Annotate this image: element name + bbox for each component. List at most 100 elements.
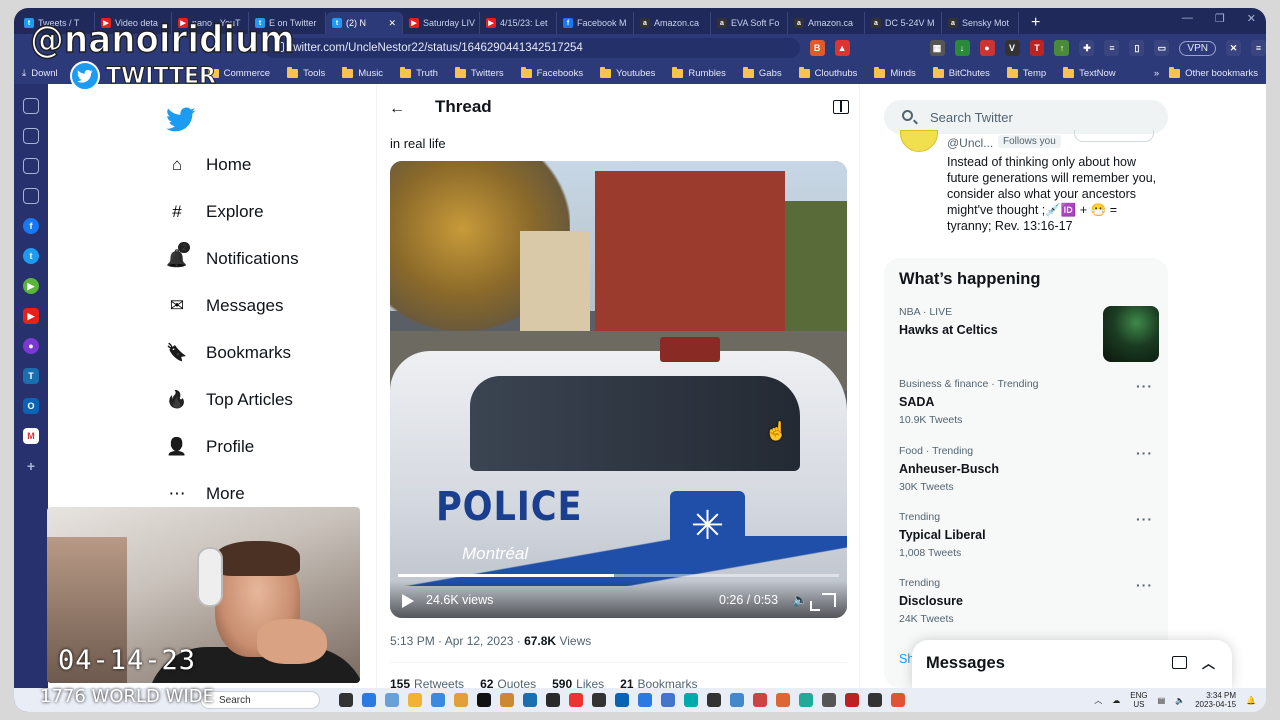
- fullscreen-icon[interactable]: [810, 593, 836, 611]
- brave-shield-icon[interactable]: B: [809, 40, 825, 56]
- close-window-icon[interactable]: ✕: [1247, 12, 1256, 25]
- tab[interactable]: a EVA Soft Fo: [711, 12, 788, 34]
- user-card[interactable]: @Uncl... Follows you Instead of thinking…: [884, 130, 1168, 244]
- tab[interactable]: a DC 5-24V M: [865, 12, 942, 34]
- more-options-icon[interactable]: ···: [1136, 378, 1153, 394]
- wallet-icon[interactable]: [23, 128, 39, 144]
- taskbar-app-icon[interactable]: [891, 693, 905, 707]
- trend-item[interactable]: Business & finance · Trending SADA 10.9K T…: [899, 378, 1159, 426]
- tab[interactable]: ▶ 4/15/23: Let: [480, 12, 557, 34]
- network-icon[interactable]: ▤: [1158, 696, 1166, 705]
- taskbar-app-icon[interactable]: [500, 693, 514, 707]
- language-indicator[interactable]: ENG US: [1130, 691, 1147, 709]
- tab[interactable]: a Amazon.ca: [788, 12, 865, 34]
- tab[interactable]: t (2) N ✕: [326, 12, 403, 34]
- bookmark-folder[interactable]: Gabs: [742, 66, 782, 79]
- search-input[interactable]: Search Twitter: [884, 100, 1168, 134]
- taskbar-app-icon[interactable]: [730, 693, 744, 707]
- reading-list-icon[interactable]: [23, 158, 39, 174]
- taskbar-app-icon[interactable]: [408, 693, 422, 707]
- chat-icon[interactable]: ●: [23, 338, 39, 354]
- bookmark-folder[interactable]: TextNow: [1063, 66, 1116, 79]
- taskbar-app-icon[interactable]: [431, 693, 445, 707]
- bookmark-folder[interactable]: Commerce: [207, 66, 270, 79]
- stat-retweets[interactable]: 155 Retweets: [390, 677, 464, 688]
- twitter-icon[interactable]: t: [23, 248, 39, 264]
- bookmark-folder[interactable]: Clouthubs: [798, 66, 857, 79]
- downloads-bookmark[interactable]: ⤓ Downl: [22, 68, 58, 79]
- taskbar-app-icon[interactable]: [822, 693, 836, 707]
- messages-drawer[interactable]: Messages ︿: [912, 640, 1232, 688]
- youtube-icon[interactable]: ▶: [23, 308, 39, 324]
- tray-chevron-icon[interactable]: ︿: [1094, 695, 1102, 706]
- taskbar-app-icon[interactable]: [776, 693, 790, 707]
- rumble-icon[interactable]: ▶: [23, 278, 39, 294]
- video-progress-bar[interactable]: [398, 574, 839, 577]
- minimize-icon[interactable]: —: [1182, 12, 1193, 25]
- taskbar-app-icon[interactable]: [845, 693, 859, 707]
- trend-item[interactable]: Trending Disclosure 24K Tweets ···: [899, 577, 1159, 625]
- taskbar-app-icon[interactable]: [638, 693, 652, 707]
- tab[interactable]: a Sensky Mot: [942, 12, 1019, 34]
- clock[interactable]: 3:34 PM 2023-04-15: [1195, 691, 1236, 709]
- menu-icon[interactable]: ≡: [1250, 40, 1266, 56]
- nav-item-bookmarks[interactable]: 🔖 Bookmarks: [166, 342, 291, 364]
- tab-close-icon[interactable]: ✕: [388, 18, 396, 29]
- facebook-icon[interactable]: f: [23, 218, 39, 234]
- bookmarks-panel-icon[interactable]: [23, 188, 39, 204]
- twitter-bird-icon[interactable]: [166, 104, 196, 134]
- trend-thumbnail[interactable]: [1103, 306, 1159, 362]
- restore-icon[interactable]: ❐: [1215, 12, 1225, 25]
- wallet-icon[interactable]: ▭: [1154, 40, 1170, 56]
- speaker-icon[interactable]: 🔈: [1175, 696, 1185, 705]
- bookmark-folder[interactable]: Temp: [1006, 66, 1046, 79]
- tab[interactable]: f Facebook M: [557, 12, 634, 34]
- taskbar-app-icon[interactable]: [339, 693, 353, 707]
- bookmark-folder[interactable]: Youtubes: [600, 66, 655, 79]
- follow-button[interactable]: [1074, 130, 1154, 142]
- nav-item-notifications[interactable]: 🔔 2 Notifications: [166, 242, 299, 270]
- extension-vd-icon[interactable]: V: [1004, 40, 1020, 56]
- taskbar-app-icon[interactable]: [753, 693, 767, 707]
- nav-item-messages[interactable]: ✉ Messages: [166, 295, 284, 317]
- tab[interactable]: ▶ Saturday LIV: [403, 12, 480, 34]
- outlook-icon[interactable]: O: [23, 398, 39, 414]
- play-icon[interactable]: [402, 594, 414, 608]
- more-options-icon[interactable]: ···: [1136, 511, 1153, 527]
- stat-bookmarks[interactable]: 21 Bookmarks: [620, 677, 697, 688]
- taskbar-app-icon[interactable]: [799, 693, 813, 707]
- volume-icon[interactable]: 🔈: [792, 592, 808, 608]
- bookmark-folder[interactable]: Music: [342, 66, 383, 79]
- bookmark-folder[interactable]: Tools: [287, 66, 325, 79]
- taskbar-search[interactable]: Search: [200, 691, 320, 709]
- tab[interactable]: a Amazon.ca: [634, 12, 711, 34]
- taskbar-app-icon[interactable]: [523, 693, 537, 707]
- puzzle-icon[interactable]: ✚: [1079, 40, 1095, 56]
- chevron-up-icon[interactable]: ︿: [1202, 653, 1215, 672]
- new-message-icon[interactable]: [1172, 656, 1187, 669]
- rewards-icon[interactable]: ▲: [834, 40, 850, 56]
- more-bookmarks-chevron[interactable]: »: [1154, 68, 1159, 79]
- taskbar-app-icon[interactable]: [385, 693, 399, 707]
- notification-bell-icon[interactable]: 🔔: [1246, 696, 1256, 705]
- extension-red-icon[interactable]: ●: [979, 40, 995, 56]
- nav-item-explore[interactable]: # Explore: [166, 201, 263, 223]
- taskbar-app-icon[interactable]: [477, 693, 491, 707]
- more-options-icon[interactable]: ···: [1136, 445, 1153, 461]
- more-options-icon[interactable]: ···: [1136, 577, 1153, 593]
- nav-item-more[interactable]: ⋯ More: [166, 483, 245, 505]
- trend-item[interactable]: Food · Trending Anheuser-Busch 30K Tweets ·…: [899, 445, 1159, 493]
- extension-t-icon[interactable]: T: [1029, 40, 1045, 56]
- tools-icon[interactable]: ✕: [1225, 40, 1241, 56]
- qr-icon[interactable]: ▦: [929, 40, 945, 56]
- trend-item[interactable]: NBA · LIVE Hawks at Celtics: [899, 306, 1159, 362]
- video-player[interactable]: POLICE Montréal ✳ ☝ 24.6K views 0:26 / 0…: [390, 161, 847, 618]
- taskbar-app-icon[interactable]: [684, 693, 698, 707]
- gmail-icon[interactable]: M: [23, 428, 39, 444]
- taskbar-app-icon[interactable]: [868, 693, 882, 707]
- taskbar-app-icon[interactable]: [569, 693, 583, 707]
- other-bookmarks[interactable]: Other bookmarks: [1169, 66, 1258, 79]
- back-arrow-icon[interactable]: ←: [389, 100, 405, 118]
- taskbar-app-icon[interactable]: [362, 693, 376, 707]
- stat-likes[interactable]: 590 Likes: [552, 677, 604, 688]
